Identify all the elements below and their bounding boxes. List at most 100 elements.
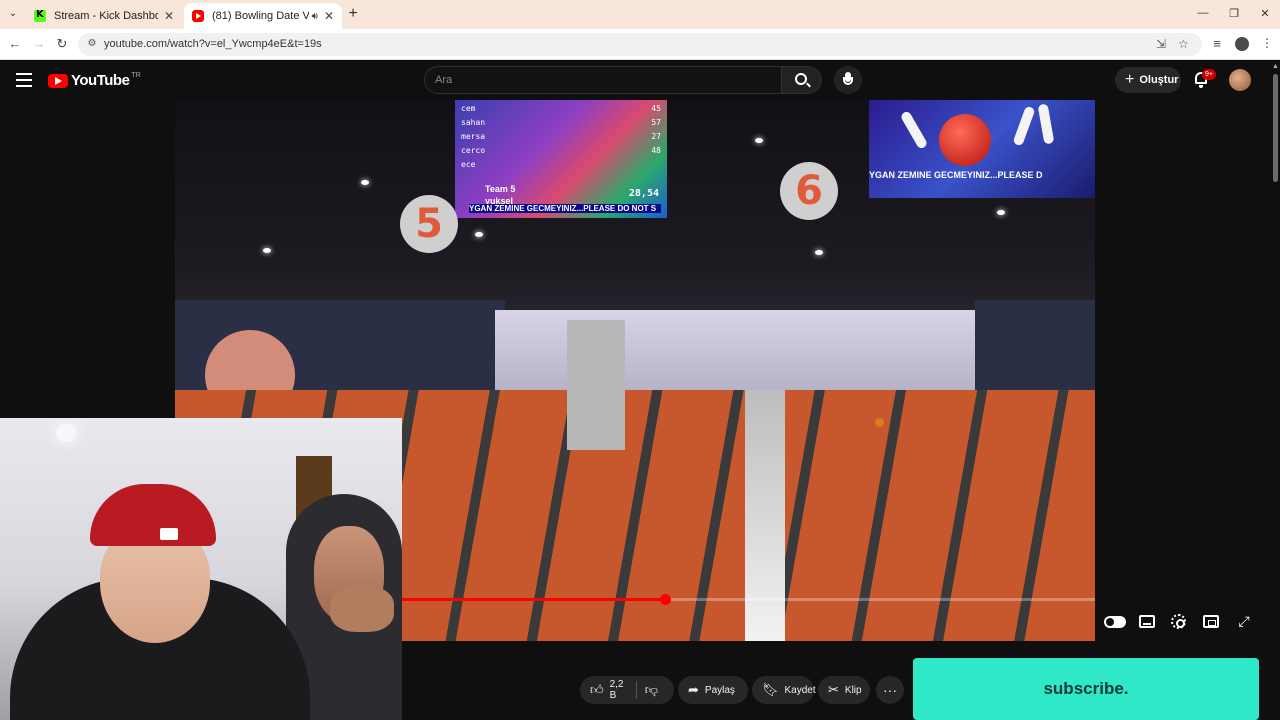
bookmark-icon: 🔖︎ bbox=[762, 682, 779, 698]
scroll-up-icon[interactable]: ▲ bbox=[1272, 63, 1279, 70]
new-tab-plus-icon[interactable]: + bbox=[346, 5, 360, 23]
back-arrow-icon[interactable]: ← bbox=[7, 36, 23, 52]
ceiling-light bbox=[263, 248, 271, 253]
notifications-badge: 9+ bbox=[1202, 69, 1216, 80]
youtube-play-logo-icon bbox=[48, 73, 68, 88]
bowling-pin-graphic bbox=[1012, 105, 1036, 147]
create-label: Oluştur bbox=[1139, 74, 1179, 86]
score-player-total: 48 bbox=[651, 146, 661, 155]
clip-label: Klip bbox=[844, 684, 862, 696]
site-info-icon[interactable]: ⚙ bbox=[86, 38, 98, 50]
score-player-name: cerco bbox=[461, 146, 486, 155]
browser-menu-icon[interactable]: ⋮ bbox=[1261, 36, 1273, 50]
tab-title: (81) Bowling Date Vlog - Yo bbox=[212, 10, 309, 22]
settings-gear-icon[interactable] bbox=[1171, 614, 1186, 629]
ceiling-light bbox=[815, 250, 823, 255]
address-bar[interactable]: ⚙ youtube.com/watch?v=el_Ywcmp4eE&t=19s … bbox=[78, 33, 1202, 56]
bowling-ball-graphic bbox=[939, 114, 991, 166]
score-player-name: sahan bbox=[461, 118, 486, 127]
forward-arrow-icon[interactable]: → bbox=[31, 36, 47, 52]
voice-search-button[interactable] bbox=[834, 66, 862, 94]
lane-number-sign: 5 bbox=[400, 195, 458, 253]
video-progress-bar[interactable] bbox=[402, 594, 1095, 605]
bowling-pin-graphic bbox=[899, 110, 929, 150]
bowling-pin-graphic bbox=[1037, 103, 1055, 145]
more-actions-button[interactable]: ··· bbox=[876, 676, 904, 704]
save-label: Kaydet bbox=[784, 684, 816, 696]
search-input[interactable]: Ara bbox=[424, 66, 782, 94]
bookmark-star-icon[interactable]: ☆ bbox=[1178, 37, 1189, 51]
player-side-panel bbox=[1095, 100, 1270, 641]
plus-icon: + bbox=[1125, 71, 1135, 88]
window-close-icon[interactable]: ✕ bbox=[1258, 7, 1272, 20]
tab-search-icon[interactable]: ⌄ bbox=[6, 7, 20, 21]
kick-favicon-icon bbox=[34, 9, 46, 22]
speaker-icon[interactable]: 🔊︎ bbox=[312, 11, 318, 22]
person-hand bbox=[330, 586, 394, 632]
tab-close-icon[interactable]: ✕ bbox=[324, 9, 334, 23]
reload-icon[interactable]: ↻ bbox=[54, 36, 70, 52]
scissors-icon: ✂ bbox=[828, 682, 839, 698]
tab-title: Stream - Kick Dashboard bbox=[54, 10, 158, 22]
score-player-total: 27 bbox=[651, 132, 661, 141]
minimize-icon[interactable]: — bbox=[1196, 7, 1210, 19]
cap-logo-icon bbox=[160, 528, 178, 540]
bowling-ball bbox=[875, 418, 884, 427]
lane-number-sign: 6 bbox=[780, 162, 838, 220]
search-placeholder: Ara bbox=[435, 74, 453, 86]
url-text[interactable]: youtube.com/watch?v=el_Ywcmp4eE&t=19s bbox=[104, 38, 322, 50]
score-player-name: ece bbox=[461, 160, 476, 169]
media-controls-icon[interactable]: ≡ bbox=[1209, 36, 1225, 52]
browser-profile-avatar[interactable] bbox=[1235, 37, 1249, 51]
score-team-label: Team 5 bbox=[485, 184, 516, 194]
scrollbar-thumb[interactable] bbox=[1273, 74, 1278, 182]
restore-icon[interactable]: ❐ bbox=[1227, 7, 1241, 20]
youtube-wordmark: YouTube bbox=[71, 72, 130, 89]
page-scrollbar[interactable]: ▲ bbox=[1270, 60, 1280, 720]
scoreboard-screen: cem 45 sahan 57 mersa 27 cerco 48 ece Te… bbox=[455, 100, 667, 218]
red-cap bbox=[90, 484, 216, 546]
search-icon bbox=[795, 73, 807, 85]
youtube-logo[interactable]: YouTube TR bbox=[48, 72, 141, 89]
score-player-total: 45 bbox=[651, 104, 661, 113]
promo-screen: YGAN ZEMINE GECMEYINIZ...PLEASE D bbox=[869, 100, 1095, 198]
menu-hamburger-icon[interactable] bbox=[16, 73, 32, 87]
like-divider bbox=[636, 681, 637, 699]
browser-tab-bar: ⌄ Stream - Kick Dashboard ✕ (81) Bowling… bbox=[0, 0, 1280, 29]
region-code: TR bbox=[131, 72, 141, 79]
ceiling-light bbox=[475, 232, 483, 237]
center-lane-divider bbox=[745, 390, 785, 641]
scoreboard-ticker: YGAN ZEMINE GECMEYINIZ...PLEASE DO NOT S bbox=[469, 204, 661, 213]
ceiling-light bbox=[755, 138, 763, 143]
score-player-name: cem bbox=[461, 104, 476, 113]
thumbs-up-icon[interactable]: 👍︎ bbox=[590, 683, 604, 698]
tab-youtube-video[interactable]: (81) Bowling Date Vlog - Yo 🔊︎ ✕ bbox=[184, 3, 342, 29]
share-button[interactable]: ➦ Paylaş bbox=[678, 676, 748, 704]
install-app-icon[interactable]: ⇲ bbox=[1156, 37, 1166, 51]
tab-close-icon[interactable]: ✕ bbox=[164, 9, 174, 23]
share-label: Paylaş bbox=[704, 684, 735, 696]
create-button[interactable]: + Oluştur bbox=[1115, 67, 1181, 93]
tab-kick-dashboard[interactable]: Stream - Kick Dashboard ✕ bbox=[26, 3, 182, 29]
promo-ticker: YGAN ZEMINE GECMEYINIZ...PLEASE D bbox=[869, 170, 1043, 180]
search-button[interactable] bbox=[782, 66, 822, 94]
subscribe-overlay[interactable]: subscribe. bbox=[913, 658, 1259, 720]
save-button[interactable]: 🔖︎ Kaydet bbox=[752, 676, 816, 704]
subtitles-icon[interactable] bbox=[1139, 615, 1155, 628]
score-total: 28,54 bbox=[628, 188, 659, 199]
thumbs-down-icon[interactable]: 👎︎ bbox=[645, 683, 658, 698]
account-avatar[interactable] bbox=[1229, 69, 1251, 91]
share-arrow-icon: ➦ bbox=[688, 682, 699, 698]
score-player-total: 57 bbox=[651, 118, 661, 127]
clip-button[interactable]: ✂ Klip bbox=[818, 676, 870, 704]
screen: ⌄ Stream - Kick Dashboard ✕ (81) Bowling… bbox=[0, 0, 1280, 720]
autoplay-toggle[interactable] bbox=[1104, 616, 1126, 628]
like-dislike-group[interactable]: 👍︎ 2,2 B 👎︎ bbox=[580, 676, 674, 704]
youtube-header: YouTube TR Ara + Oluştur 9+ bbox=[0, 60, 1280, 100]
score-player-name: mersa bbox=[461, 132, 486, 141]
ceiling-light bbox=[997, 210, 1005, 215]
miniplayer-icon[interactable] bbox=[1203, 615, 1219, 628]
browser-toolbar: ← → ↻ ⚙ youtube.com/watch?v=el_Ywcmp4eE&… bbox=[0, 29, 1280, 60]
fullscreen-icon[interactable]: ⤢ bbox=[1235, 613, 1253, 631]
ceiling-light bbox=[361, 180, 369, 185]
